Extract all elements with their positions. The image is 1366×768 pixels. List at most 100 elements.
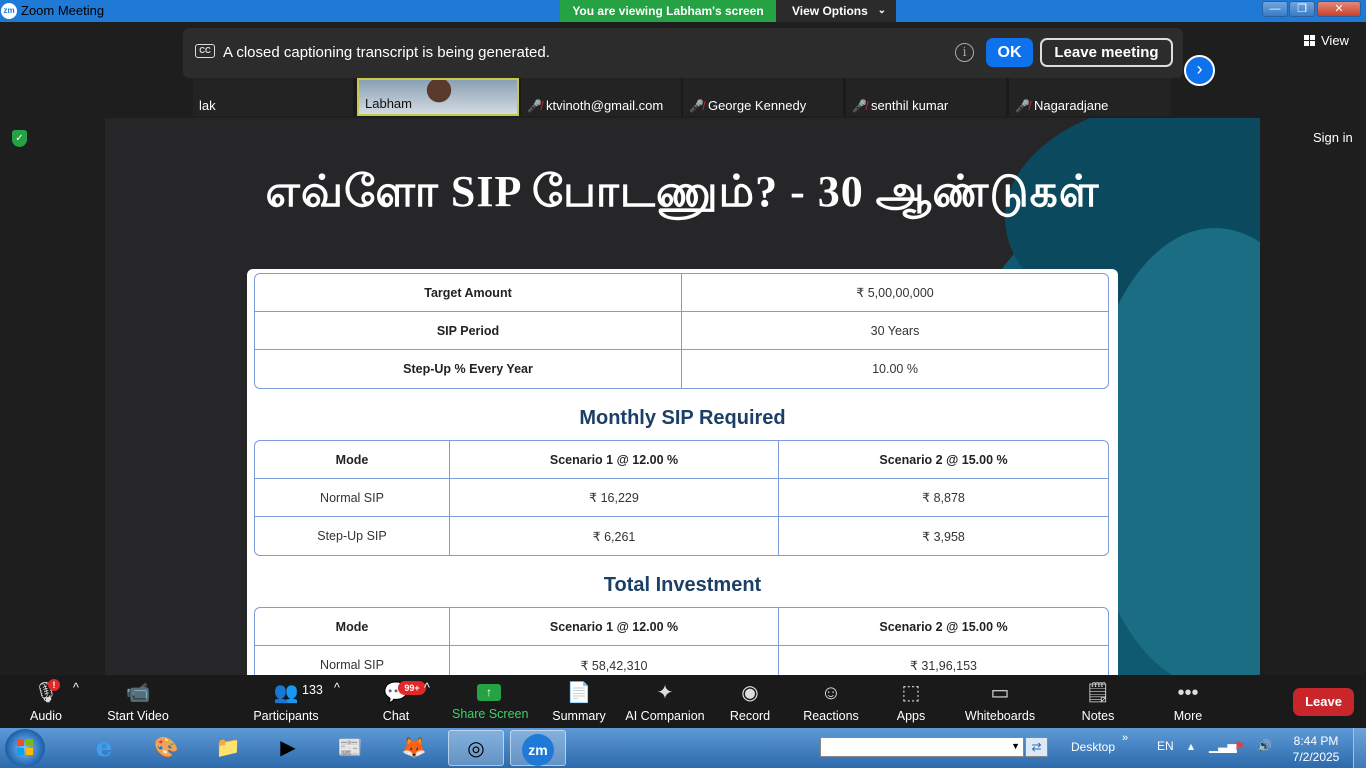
caption-message: A closed captioning transcript is being … xyxy=(223,44,550,61)
participants-label: Participants xyxy=(253,709,319,723)
zoom-window: zm Zoom Meeting — ❐ ✕ You are viewing La… xyxy=(0,0,1366,768)
close-button[interactable]: ✕ xyxy=(1317,1,1361,17)
leave-button[interactable]: Leave xyxy=(1293,688,1354,716)
table-cell: ₹ 16,229 xyxy=(450,479,779,517)
info-icon[interactable]: i xyxy=(955,43,974,62)
ai-sparkle-icon: ✦ xyxy=(656,682,674,704)
record-label: Record xyxy=(729,709,771,723)
leave-meeting-button[interactable]: Leave meeting xyxy=(1040,38,1173,67)
participant-tile[interactable]: 🎤̸ ktvinoth@gmail.com xyxy=(521,78,681,116)
sign-in-link[interactable]: Sign in xyxy=(1313,130,1353,145)
participant-tile[interactable]: 🎤̸ senthil kumar xyxy=(846,78,1006,116)
view-button[interactable]: View xyxy=(1304,33,1349,48)
summary-label: Step-Up % Every Year xyxy=(255,350,682,388)
chat-unread-badge: 99+ xyxy=(398,681,426,695)
mic-muted-icon: 🎤̸ xyxy=(527,99,542,113)
ai-companion-label: AI Companion xyxy=(625,709,705,723)
firefox-icon[interactable]: 🦊 xyxy=(386,730,442,766)
apps-label: Apps xyxy=(896,709,926,723)
column-header: Scenario 2 @ 15.00 % xyxy=(779,608,1108,646)
address-toolbar-input[interactable]: ▼ xyxy=(820,737,1024,757)
apps-button[interactable]: ⬚ Apps xyxy=(891,681,931,723)
more-dots-icon: ••• xyxy=(1177,682,1199,704)
start-button[interactable] xyxy=(5,729,45,767)
start-video-button[interactable]: 📹 Start Video xyxy=(104,681,172,723)
chrome-icon[interactable]: ◎ xyxy=(448,730,504,766)
chat-options-caret[interactable]: ^ xyxy=(424,681,430,695)
show-desktop-button[interactable] xyxy=(1353,728,1366,768)
table-header-row: Mode Scenario 1 @ 12.00 % Scenario 2 @ 1… xyxy=(255,608,1108,646)
signal-icon[interactable]: ▁▃▅ xyxy=(1209,739,1237,753)
more-label: More xyxy=(1173,709,1203,723)
apps-icon: ⬚ xyxy=(901,682,921,704)
more-button[interactable]: ••• More xyxy=(1168,681,1208,723)
video-off-icon: 📹 xyxy=(125,682,151,704)
volume-icon[interactable]: 🔊 xyxy=(1257,739,1272,753)
record-button[interactable]: ◉ Record xyxy=(728,681,772,723)
audio-options-caret[interactable]: ^ xyxy=(73,681,79,695)
summary-label: Summary xyxy=(552,709,606,723)
audio-button[interactable]: 🎙 Audio ! xyxy=(26,679,66,723)
reactions-smiley-icon: ☺ xyxy=(820,682,842,704)
chat-label: Chat xyxy=(382,709,410,723)
reactions-button[interactable]: ☺ Reactions xyxy=(802,681,860,723)
caption-notification: CC A closed captioning transcript is bei… xyxy=(183,28,1183,78)
next-page-arrow-icon[interactable]: › xyxy=(1184,55,1215,86)
internet-explorer-icon[interactable]: e xyxy=(76,730,132,766)
window-title: Zoom Meeting xyxy=(21,3,105,18)
summary-value: 10.00 % xyxy=(872,362,918,376)
file-explorer-icon[interactable]: 📁 xyxy=(200,730,256,766)
zoom-app-icon: zm xyxy=(1,3,17,19)
paint-icon[interactable]: 🎨 xyxy=(138,730,194,766)
zoom-taskbar-icon[interactable]: zm xyxy=(510,730,566,766)
summary-value: ₹ 5,00,00,000 xyxy=(682,274,1108,312)
slide-title: எவ்ளோ SIP போடணும்? - 30 ஆண்டுகள் xyxy=(265,167,1100,216)
notes-button[interactable]: 🗒 Notes xyxy=(1078,681,1118,723)
column-header: Scenario 1 @ 12.00 % xyxy=(450,608,779,646)
participants-count: 133 xyxy=(302,683,323,697)
table-cell: Normal SIP xyxy=(255,646,450,675)
clock-time: 8:44 PM xyxy=(1293,734,1339,748)
summary-label: SIP Period xyxy=(255,312,682,350)
participant-video xyxy=(419,80,459,114)
ai-companion-button[interactable]: ✦ AI Companion xyxy=(625,681,705,723)
language-indicator[interactable]: EN xyxy=(1157,739,1174,753)
media-player-icon[interactable]: ▶ xyxy=(260,730,316,766)
table-cell: ₹ 31,96,153 xyxy=(909,658,978,673)
address-go-icon[interactable]: ⇄ xyxy=(1025,737,1048,757)
table-row: Step-Up SIP ₹ 6,261 ₹ 3,958 xyxy=(255,517,1108,555)
toolbar-expand-icon[interactable]: » xyxy=(1122,732,1128,744)
shared-screen: எவ்ளோ SIP போடணும்? - 30 ஆண்டுகள் Target … xyxy=(105,118,1260,675)
summary-icon: 📄 xyxy=(566,682,592,704)
system-clock[interactable]: 8:44 PM 7/2/2025 xyxy=(1286,733,1346,765)
column-header: Scenario 1 @ 12.00 % xyxy=(450,441,779,479)
tray-expand-icon[interactable]: ▴ xyxy=(1188,739,1194,753)
whiteboards-button[interactable]: ▭ Whiteboards xyxy=(962,681,1038,723)
participant-tile[interactable]: lak xyxy=(193,78,353,116)
view-options-button[interactable]: View Options ⌄ xyxy=(776,0,896,22)
ok-button[interactable]: OK xyxy=(986,38,1033,67)
participant-tile[interactable]: 🎤̸ George Kennedy xyxy=(683,78,843,116)
chevron-down-icon: ⌄ xyxy=(877,5,886,16)
chat-button[interactable]: 💬 Chat 99+ xyxy=(376,681,426,723)
network-error-icon[interactable]: ⚑ xyxy=(1234,739,1245,753)
maximize-button[interactable]: ❐ xyxy=(1289,1,1315,17)
participant-tile-active-speaker[interactable]: Labham xyxy=(357,78,519,116)
share-screen-button[interactable]: ↑ Share Screen xyxy=(452,681,528,721)
minimize-button[interactable]: — xyxy=(1262,1,1288,17)
participants-options-caret[interactable]: ^ xyxy=(334,681,340,695)
document-app-icon[interactable]: 📰 xyxy=(322,730,378,766)
desktop-toolbar-label[interactable]: Desktop xyxy=(1071,740,1115,754)
participant-tile[interactable]: 🎤̸ Nagaradjane xyxy=(1009,78,1171,116)
mic-muted-icon: 🎤̸ xyxy=(1015,99,1030,113)
audio-warning-badge: ! xyxy=(48,679,60,691)
summary-label: Target Amount xyxy=(255,274,682,312)
reactions-label: Reactions xyxy=(803,709,859,723)
participant-name: Nagaradjane xyxy=(1033,98,1109,113)
summary-value: 30 Years xyxy=(682,312,1108,350)
closed-caption-icon: CC xyxy=(195,44,215,58)
summary-button[interactable]: 📄 Summary xyxy=(549,681,609,723)
clock-date: 7/2/2025 xyxy=(1292,750,1340,764)
record-icon: ◉ xyxy=(741,682,759,704)
security-shield-icon[interactable]: ✓ xyxy=(12,130,27,147)
